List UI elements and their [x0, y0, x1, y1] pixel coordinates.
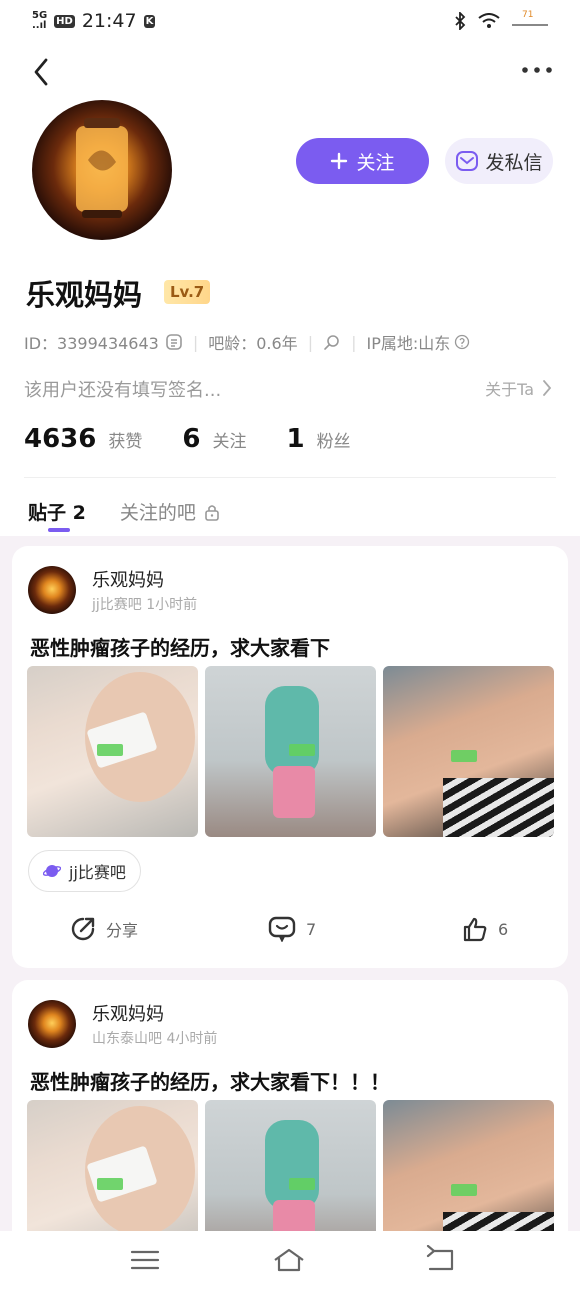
signal-bars: ..ıl — [32, 20, 47, 31]
stat-fans[interactable]: 1 粉丝 — [286, 424, 350, 454]
app-notification-icon: K — [143, 14, 156, 28]
tab-followed-forums[interactable]: 关注的吧 — [120, 498, 220, 525]
stat-following[interactable]: 6 关注 — [182, 424, 246, 454]
stat-label: 获赞 — [108, 432, 143, 452]
ip-location: IP属地:山东 — [366, 334, 451, 353]
status-bar: 5G ..ıl HD 21:47 K 71 — [0, 0, 580, 44]
planet-icon — [43, 865, 61, 877]
level-badge: Lv.7 — [164, 280, 211, 304]
follow-button[interactable]: 关注 — [296, 138, 429, 184]
tab-label: 关注的吧 — [119, 502, 196, 524]
tab-posts[interactable]: 贴子 2 — [28, 498, 86, 532]
back-icon[interactable] — [424, 1245, 458, 1275]
signal-indicator: 5G ..ıl — [32, 11, 47, 31]
post-title[interactable]: 恶性肿瘤孩子的经历，求大家看下 — [30, 632, 330, 661]
home-icon[interactable] — [272, 1245, 306, 1275]
system-nav-bar — [0, 1231, 580, 1293]
profile-nickname: 乐观妈妈 — [26, 278, 143, 312]
stat-number: 6 — [182, 424, 201, 454]
post-image[interactable] — [27, 666, 198, 837]
stat-number: 1 — [286, 424, 305, 454]
post-card[interactable]: 乐观妈妈 jj比赛吧 1小时前 恶性肿瘤孩子的经历，求大家看下 jj比赛吧 分享… — [12, 546, 568, 968]
top-nav — [0, 50, 580, 94]
share-icon — [71, 917, 95, 941]
like-count: 6 — [498, 919, 509, 939]
forum-tag[interactable]: jj比赛吧 — [28, 850, 141, 892]
about-label: 关于Ta — [485, 380, 534, 399]
lock-icon — [205, 504, 219, 521]
user-id: ID：3399434643 — [24, 334, 159, 353]
stats-row: 4636 获赞 6 关注 1 粉丝 — [24, 424, 391, 454]
post-image[interactable] — [27, 1100, 198, 1231]
about-link[interactable]: 关于Ta — [485, 376, 552, 400]
copy-icon[interactable] — [165, 333, 183, 351]
follow-label: 关注 — [356, 151, 395, 174]
post-images — [27, 666, 554, 837]
share-button[interactable]: 分享 — [70, 916, 138, 942]
user-signature: 该用户还没有填写签名... — [24, 380, 222, 401]
tab-label: 贴子 2 — [28, 502, 86, 524]
profile-tabs: 贴子 2 关注的吧 — [28, 498, 254, 532]
chevron-right-icon — [543, 380, 552, 396]
post-images — [27, 1100, 554, 1231]
bluetooth-icon — [455, 12, 466, 30]
plus-icon — [331, 152, 348, 170]
stat-likes[interactable]: 4636 获赞 — [24, 424, 142, 454]
post-author-name[interactable]: 乐观妈妈 — [92, 566, 164, 592]
thumbs-up-icon — [463, 917, 487, 942]
post-meta: jj比赛吧 1小时前 — [92, 597, 198, 613]
comment-button[interactable]: 7 — [268, 916, 316, 942]
post-feed: 乐观妈妈 jj比赛吧 1小时前 恶性肿瘤孩子的经历，求大家看下 jj比赛吧 分享… — [0, 536, 580, 1231]
profile-avatar[interactable] — [32, 100, 172, 240]
wifi-icon — [478, 13, 500, 28]
post-author-avatar[interactable] — [28, 566, 76, 614]
battery-level: 71 — [522, 10, 534, 20]
battery-icon: 71 — [512, 10, 548, 30]
post-card[interactable]: 乐观妈妈 山东泰山吧 4小时前 恶性肿瘤孩子的经历，求大家看下！！！ — [12, 980, 568, 1231]
stat-label: 粉丝 — [316, 432, 351, 452]
stat-label: 关注 — [212, 432, 247, 452]
post-meta: 山东泰山吧 4小时前 — [92, 1031, 218, 1047]
post-author-avatar[interactable] — [28, 1000, 76, 1048]
message-button[interactable]: 发私信 — [445, 138, 553, 184]
post-image[interactable] — [383, 1100, 554, 1231]
divider — [24, 477, 556, 478]
clock: 21:47 — [81, 10, 137, 32]
mail-icon — [456, 151, 479, 171]
comment-count: 7 — [306, 919, 317, 939]
post-author-name[interactable]: 乐观妈妈 — [92, 1000, 164, 1026]
tab-active-indicator — [48, 528, 70, 532]
back-arrow-icon[interactable] — [28, 54, 58, 90]
post-actions: 分享 7 6 — [12, 910, 568, 950]
more-options-icon[interactable] — [520, 58, 554, 82]
stat-number: 4636 — [24, 424, 97, 454]
post-image[interactable] — [383, 666, 554, 837]
search-icon[interactable] — [323, 333, 341, 351]
account-age: 吧龄：0.6年 — [208, 334, 298, 353]
post-image[interactable] — [205, 666, 376, 837]
post-title[interactable]: 恶性肿瘤孩子的经历，求大家看下！！！ — [30, 1066, 390, 1095]
lantern-icon — [76, 118, 128, 218]
comment-icon — [268, 916, 296, 942]
forum-tag-label: jj比赛吧 — [69, 863, 126, 882]
message-label: 发私信 — [485, 151, 543, 174]
hd-icon: HD — [54, 14, 75, 28]
post-image[interactable] — [205, 1100, 376, 1231]
help-icon[interactable] — [454, 334, 470, 350]
menu-icon[interactable] — [128, 1245, 162, 1275]
like-button[interactable]: 6 — [462, 916, 508, 942]
profile-info-row: ID：3399434643 | 吧龄：0.6年 | | IP属地:山东 — [24, 330, 470, 354]
share-label: 分享 — [106, 921, 139, 940]
